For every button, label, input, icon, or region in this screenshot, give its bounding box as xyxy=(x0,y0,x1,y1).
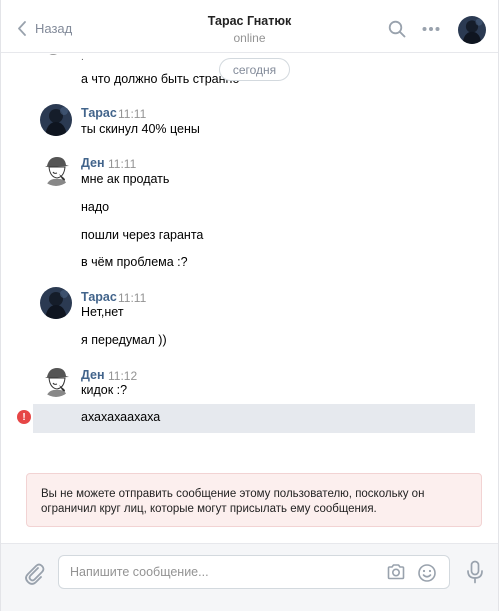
emoji-button[interactable] xyxy=(417,563,437,586)
message-input-box[interactable] xyxy=(58,555,450,589)
message-time[interactable]: 11:12 xyxy=(108,369,137,383)
message-text: я передумал )) xyxy=(81,333,167,347)
back-button[interactable]: Назад xyxy=(17,18,72,38)
attach-button[interactable] xyxy=(23,561,45,588)
message-input[interactable] xyxy=(70,556,380,588)
search-icon xyxy=(388,20,406,38)
camera-button[interactable] xyxy=(386,563,406,584)
message-text: пошли через гаранта xyxy=(81,228,204,242)
message-text: в чём проблема :? xyxy=(81,255,188,269)
avatar-taras[interactable] xyxy=(40,104,72,136)
message-text: кидок :? xyxy=(81,383,128,397)
message-time[interactable]: 11:11 xyxy=(108,157,136,171)
chat-header: Назад Тарас Гнатюк online xyxy=(1,0,498,53)
message-author[interactable]: Ден xyxy=(81,156,105,170)
failed-message-text: ахахахаахаха xyxy=(81,410,161,424)
taras-avatar-image xyxy=(40,104,72,136)
taras-avatar-image xyxy=(40,287,72,319)
avatar-taras[interactable] xyxy=(40,287,72,319)
composer xyxy=(1,543,498,611)
chat-window: Назад Тарас Гнатюк online . а что должно… xyxy=(0,0,499,611)
camera-icon xyxy=(387,564,405,580)
cropped-avatar xyxy=(49,54,57,55)
chat-title[interactable]: Тарас Гнатюк xyxy=(208,14,292,28)
chevron-left-icon xyxy=(18,20,26,36)
message-time[interactable]: 11:11 xyxy=(118,291,146,305)
message-text: Нет,нет xyxy=(81,305,124,319)
den-avatar-image xyxy=(40,365,72,397)
message-text: мне ак продать xyxy=(81,172,170,186)
peer-avatar[interactable] xyxy=(458,16,486,44)
privacy-notice: Вы не можете отправить сообщение этому п… xyxy=(26,473,482,527)
voice-message-button[interactable] xyxy=(466,560,484,587)
den-avatar-image xyxy=(40,154,72,186)
message-text: надо xyxy=(81,200,110,214)
message-text: а что должно быть странно xyxy=(81,72,240,86)
message-text: ты скинул 40% цены xyxy=(81,122,200,136)
microphone-icon xyxy=(467,560,483,584)
more-icon xyxy=(422,27,440,31)
more-button[interactable] xyxy=(420,18,442,40)
message-time[interactable]: 11:11 xyxy=(118,107,146,121)
cropped-message-marker: . xyxy=(81,54,84,63)
date-separator: сегодня xyxy=(219,58,290,81)
smile-icon xyxy=(418,564,436,582)
avatar-den[interactable] xyxy=(40,365,72,397)
back-label: Назад xyxy=(35,20,73,36)
message-author[interactable]: Тарас xyxy=(81,290,117,304)
peer-avatar-image xyxy=(458,16,486,44)
search-button[interactable] xyxy=(386,18,408,40)
message-history[interactable]: . а что должно быть странно сегодня Тара… xyxy=(1,54,498,458)
avatar-den[interactable] xyxy=(40,154,72,186)
message-author[interactable]: Ден xyxy=(81,368,105,382)
message-author[interactable]: Тарас xyxy=(81,106,117,120)
paperclip-icon xyxy=(25,563,45,585)
error-icon[interactable]: ! xyxy=(17,410,31,424)
